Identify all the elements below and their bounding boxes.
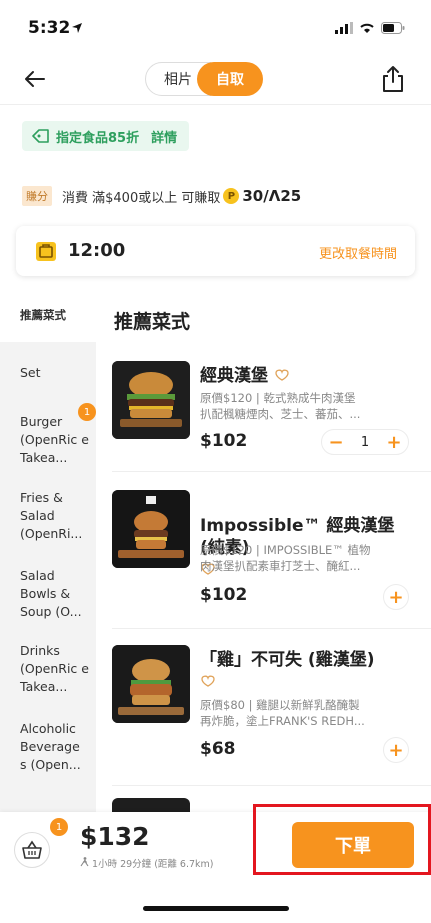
sidebar-item-drinks[interactable]: Drinks (OpenRic e Takea... — [20, 642, 90, 696]
vegan-burger-image — [112, 490, 190, 568]
chicken-burger-image — [112, 645, 190, 723]
nav-divider — [0, 104, 431, 105]
popular-icon — [275, 369, 289, 381]
menu-item[interactable]: 「雞」不可失 (雞漢堡) 原價$80 | 雞腿以新鮮乳酪醃製 再炸脆，塗上FRA… — [96, 629, 431, 789]
nav-bar: 相片 自取 — [0, 58, 431, 102]
status-icons — [335, 22, 405, 34]
add-button[interactable]: + — [383, 584, 409, 610]
item-price: $102 — [200, 585, 248, 605]
points-info: 賺分 消費 滿$400或以上 可賺取 P 30/Λ25 — [22, 186, 301, 206]
location-arrow-icon — [72, 23, 82, 33]
category-sidebar: 推薦菜式 Set Burger (OpenRic e Takea... Frie… — [0, 292, 96, 812]
points-text: 消費 滿$400或以上 可賺取 — [62, 190, 221, 206]
points-reward: 30/Λ25 — [242, 187, 302, 205]
item-price: $102 — [200, 431, 248, 451]
basket-icon — [22, 840, 42, 859]
popular-icon — [201, 675, 215, 687]
status-time: 5:32 — [28, 18, 71, 38]
pickup-time-card: 12:00 更改取餐時間 — [16, 226, 415, 276]
item-description: 原價$120 | IMPOSSIBLE™ 植物 肉漢堡扒配素車打芝士、醃紅... — [200, 543, 371, 573]
status-bar: 5:32 — [0, 0, 431, 58]
promo-label: 指定食品85折 — [56, 130, 140, 146]
item-price: $68 — [200, 739, 236, 759]
menu-item[interactable]: 經典漢堡 原價$120 | 乾式熟成牛肉漢堡 扒配楓糖煙肉、芝士、蕃茄、... … — [96, 357, 431, 472]
item-divider — [112, 785, 431, 786]
cart-count-badge: 1 — [50, 818, 68, 836]
wifi-icon — [360, 23, 374, 33]
sidebar-item-recommended[interactable]: 推薦菜式 — [20, 306, 90, 324]
cart-total: $132 — [80, 822, 150, 851]
add-button[interactable]: + — [383, 737, 409, 763]
back-arrow-icon[interactable] — [20, 64, 50, 94]
promo-details-link[interactable]: 詳情 — [151, 127, 177, 146]
item-name: 「雞」不可失 (雞漢堡) — [200, 649, 415, 693]
change-pickup-time-link[interactable]: 更改取餐時間 — [319, 243, 397, 262]
battery-icon — [381, 22, 405, 34]
burger-image — [112, 361, 190, 439]
sidebar-item-salad-bowls[interactable]: Salad Bowls & Soup (O... — [20, 567, 90, 621]
item-name-text: 經典漢堡 — [200, 366, 268, 386]
eta-text: 1小時 29分鐘 (距離 6.7km) — [92, 859, 214, 870]
signal-icon — [335, 22, 353, 34]
sidebar-item-set[interactable]: Set — [20, 364, 90, 382]
cart-button[interactable] — [14, 832, 50, 868]
view-toggle: 相片 自取 — [145, 62, 263, 96]
pickup-time: 12:00 — [68, 240, 126, 261]
next-item-image — [112, 798, 190, 812]
walking-icon — [80, 857, 89, 867]
item-description: 原價$120 | 乾式熟成牛肉漢堡 扒配楓糖煙肉、芝士、蕃茄、... — [200, 391, 361, 421]
delivery-eta: 1小時 29分鐘 (距離 6.7km) — [80, 856, 214, 870]
points-badge: 賺分 — [22, 186, 52, 206]
menu-item[interactable]: Impossible™ 經典漢堡 (純素) 原價$120 | IMPOSSIBL… — [96, 472, 431, 629]
home-indicator — [143, 906, 289, 911]
points-coin-icon: P — [223, 188, 240, 204]
sidebar-item-fries-salad[interactable]: Fries & Salad (OpenRi... — [20, 489, 90, 543]
decrease-button[interactable]: − — [326, 432, 346, 453]
highlight-annotation — [253, 804, 431, 875]
tag-icon — [32, 129, 49, 143]
item-description: 原價$80 | 雞腿以新鮮乳酪醃製 再炸脆，塗上FRANK'S REDH... — [200, 698, 365, 728]
bag-icon — [36, 242, 56, 261]
section-title: 推薦菜式 — [114, 311, 191, 333]
tab-pickup[interactable]: 自取 — [197, 62, 263, 96]
quantity-value: 1 — [360, 434, 370, 450]
item-name: 經典漢堡 — [200, 365, 415, 387]
share-icon[interactable] — [379, 64, 407, 94]
promo-banner[interactable]: 指定食品85折 詳情 — [22, 121, 190, 151]
quantity-stepper: − 1 + — [321, 429, 409, 455]
item-name-text: 「雞」不可失 (雞漢堡) — [200, 650, 375, 670]
sidebar-item-burger[interactable]: Burger (OpenRic e Takea... — [20, 413, 90, 467]
increase-button[interactable]: + — [384, 432, 404, 453]
burger-count-badge: 1 — [78, 403, 96, 421]
sidebar-item-alcoholic[interactable]: Alcoholic Beverage s (Open... — [20, 720, 90, 774]
